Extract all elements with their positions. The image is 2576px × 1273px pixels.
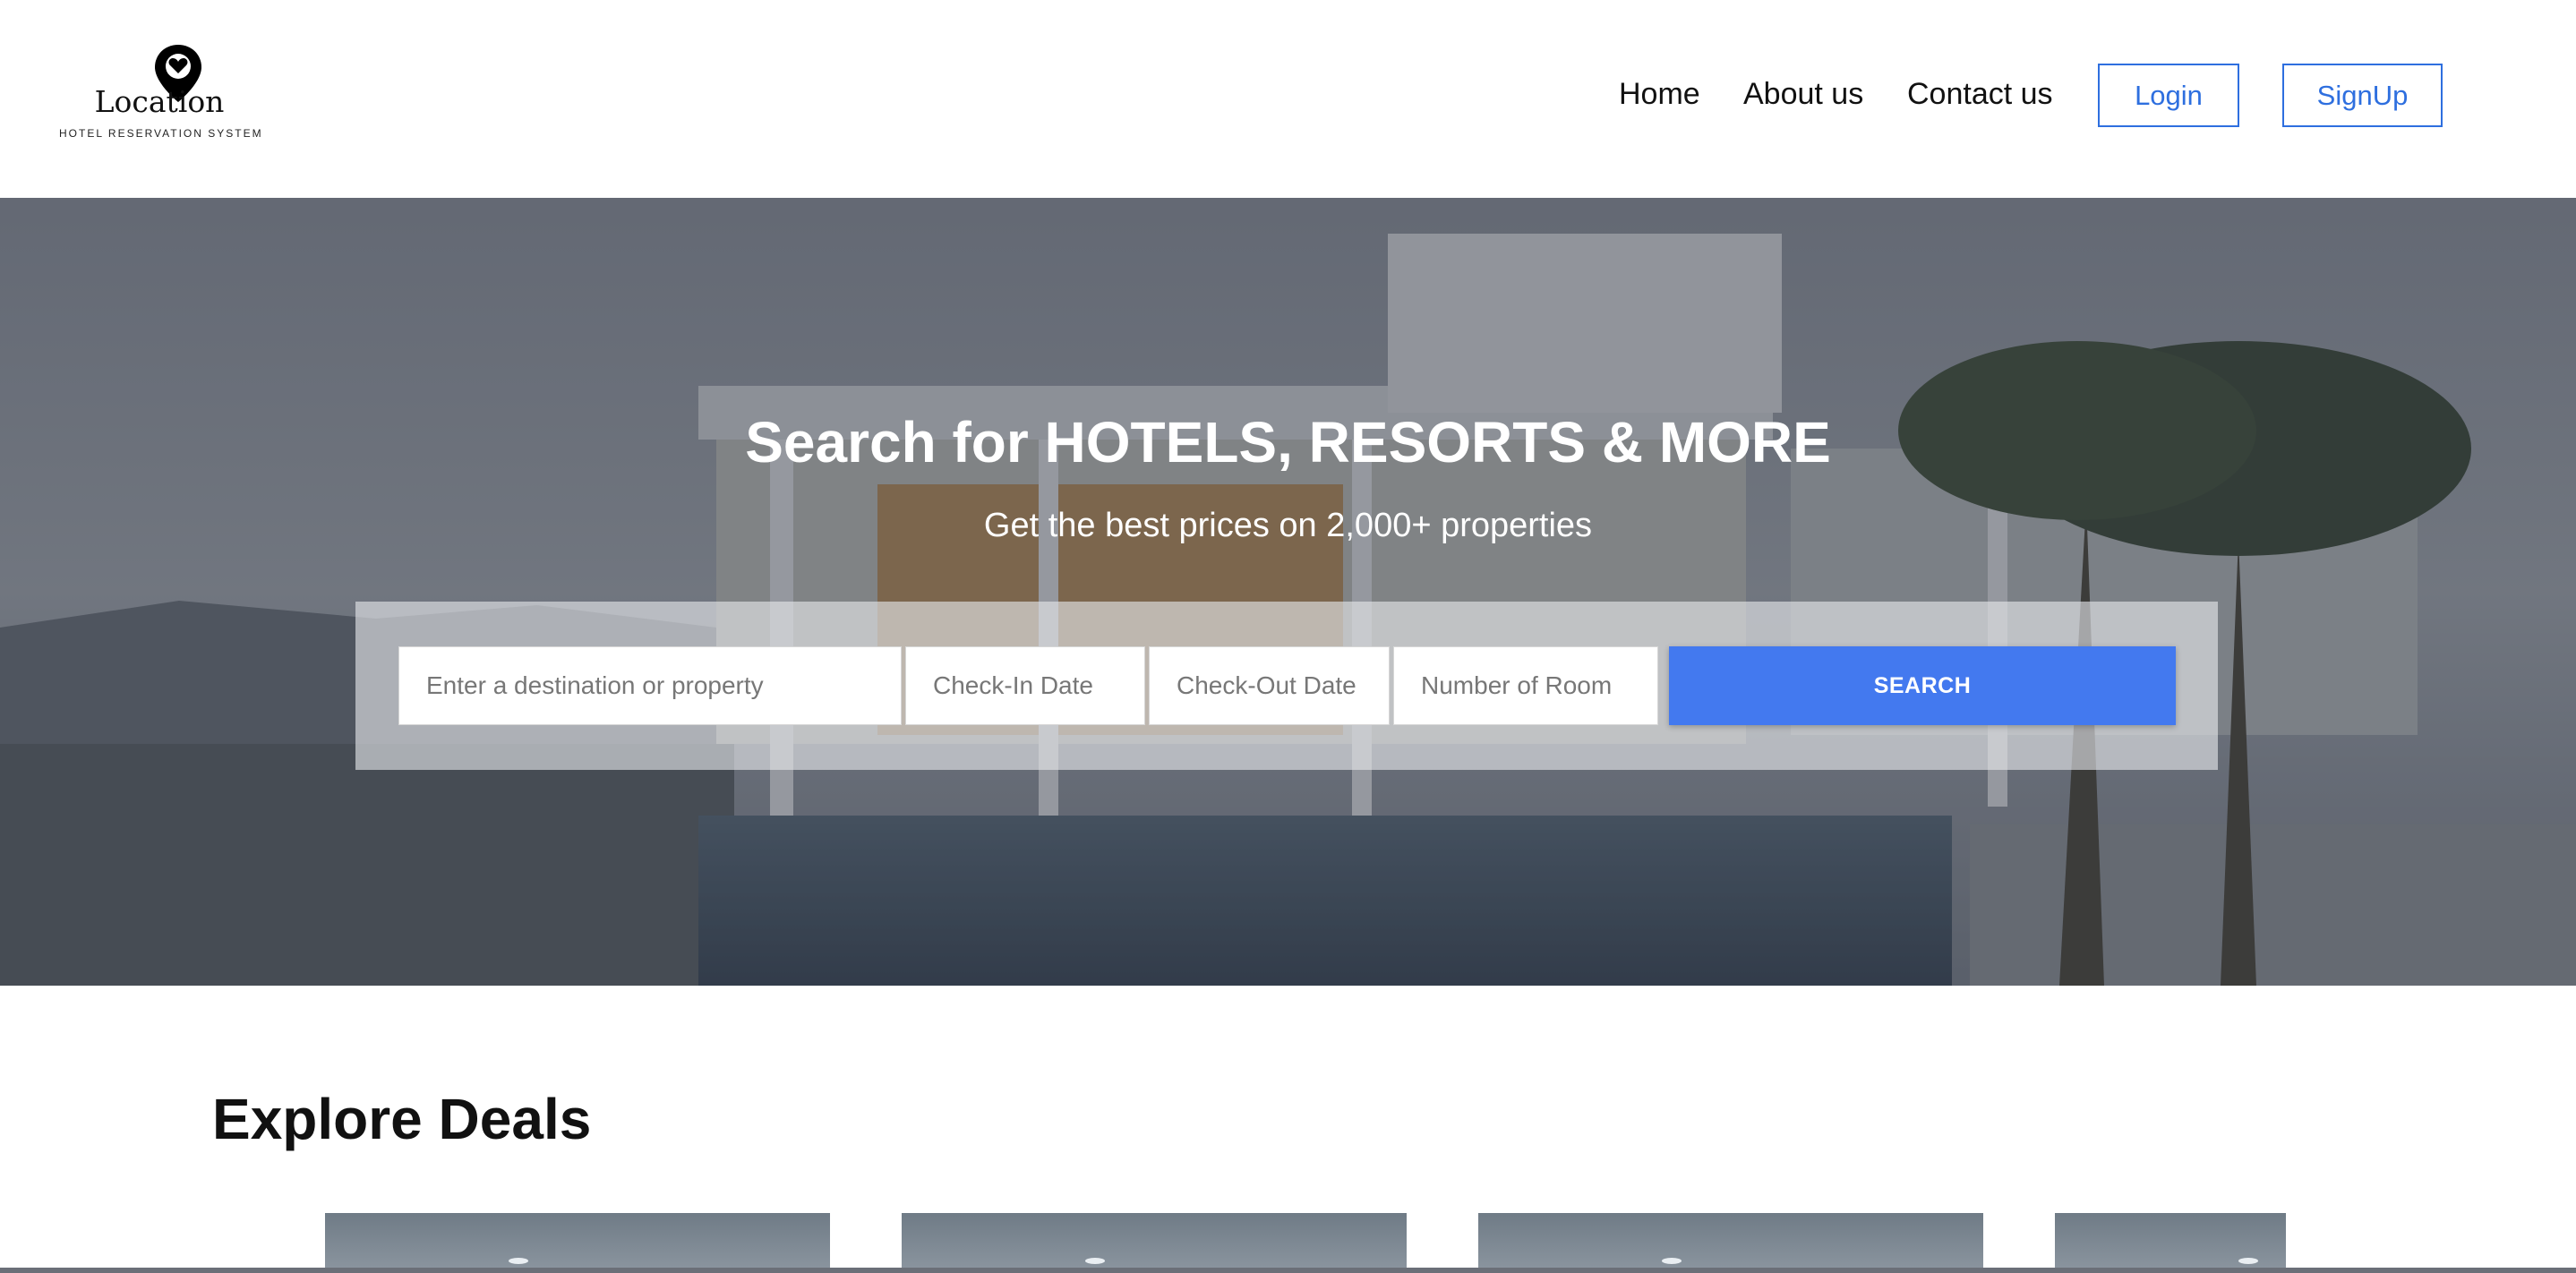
deal-image [1085,1258,1105,1264]
checkin-date-input[interactable] [905,646,1145,725]
nav-about-link[interactable]: About us [1743,77,1863,112]
deal-image [509,1258,528,1264]
deals-section-title: Explore Deals [212,1087,592,1151]
main-nav: Home About us Contact us Login SignUp [0,64,2576,127]
deal-card[interactable] [2055,1213,2286,1273]
search-button[interactable]: SEARCH [1669,646,2176,725]
checkout-date-input[interactable] [1149,646,1390,725]
deal-card[interactable] [902,1213,1407,1273]
deal-image [1662,1258,1682,1264]
hero-overlay [0,198,2576,986]
hero-subtitle: Get the best prices on 2,000+ properties [983,507,1593,544]
login-button[interactable]: Login [2098,64,2239,127]
nav-contact-link[interactable]: Contact us [1907,77,2053,112]
signup-button[interactable]: SignUp [2282,64,2443,127]
hero-title: Search for HOTELS, RESORTS & MORE [745,410,1831,474]
site-header: Location HOTEL RESERVATION SYSTEM Home A… [0,0,2576,198]
deal-image [2238,1258,2258,1264]
search-panel: SEARCH [355,602,2218,770]
nav-home-link[interactable]: Home [1619,77,1700,112]
brand-tagline: HOTEL RESERVATION SYSTEM [59,127,263,140]
destination-input[interactable] [398,646,902,725]
window-bottom-edge [0,1268,2576,1273]
deal-card[interactable] [325,1213,830,1273]
hero-banner: Search for HOTELS, RESORTS & MORE Get th… [0,198,2576,986]
rooms-input[interactable] [1393,646,1658,725]
deal-card[interactable] [1478,1213,1983,1273]
